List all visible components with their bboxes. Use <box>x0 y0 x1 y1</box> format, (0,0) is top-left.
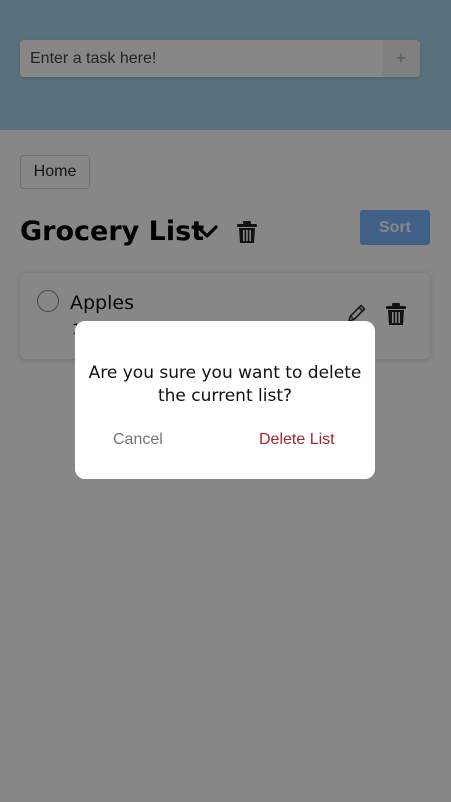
cancel-button[interactable]: Cancel <box>113 431 163 449</box>
delete-list-button[interactable]: Delete List <box>259 431 335 449</box>
dialog-message: Are you sure you want to delete the curr… <box>88 363 362 406</box>
delete-list-dialog: Are you sure you want to delete the curr… <box>75 321 375 479</box>
